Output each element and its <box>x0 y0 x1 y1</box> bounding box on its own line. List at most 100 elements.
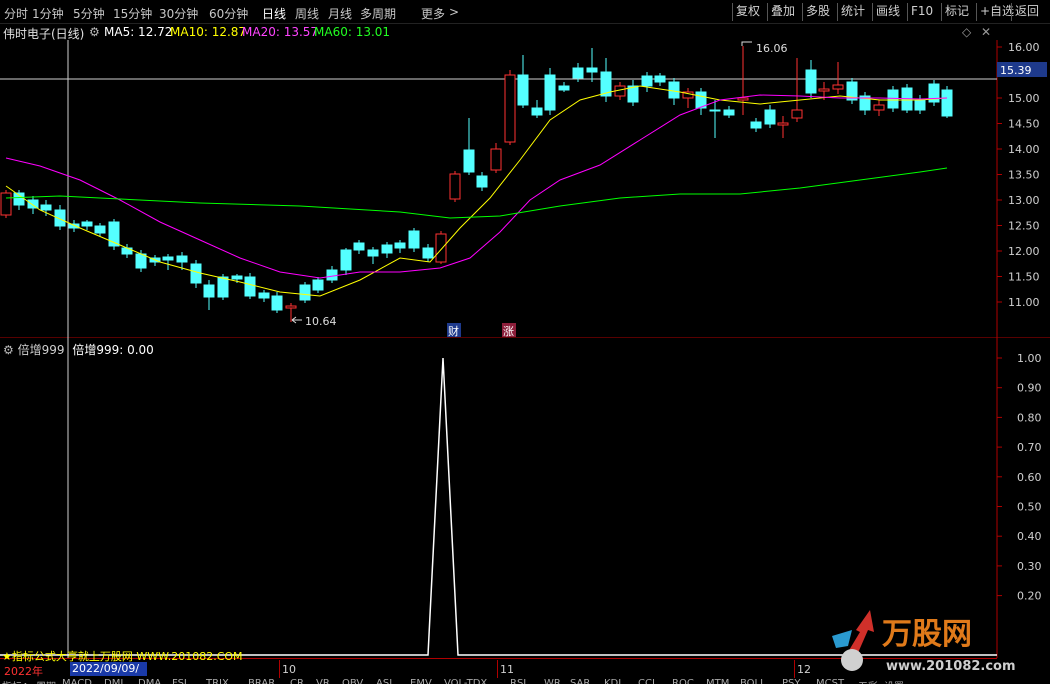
period-tab[interactable]: 日线 <box>262 5 286 22</box>
price-tick-label: 11.50 <box>1008 271 1040 284</box>
high-annotation: 16.06 <box>741 41 788 55</box>
indicator-tab[interactable]: ASI <box>376 678 392 684</box>
period-tab[interactable]: 15分钟 <box>113 5 152 22</box>
event-marker-rise[interactable]: 涨 <box>503 325 514 338</box>
candle-body <box>0 192 12 216</box>
indicator-tick-label: 0.60 <box>1017 471 1042 484</box>
candle-body <box>54 209 66 227</box>
settings-gear-icon[interactable]: ⚙ <box>89 25 100 39</box>
indicator-tick-label: 0.40 <box>1017 530 1042 543</box>
indicator-tick-label: 0.20 <box>1017 590 1042 603</box>
indicator-tick-label: 0.80 <box>1017 411 1042 424</box>
indicator-tab[interactable]: EMV <box>410 678 432 684</box>
candle-body <box>791 109 803 119</box>
period-tab[interactable]: 60分钟 <box>209 5 248 22</box>
period-tab[interactable]: 周线 <box>295 5 319 22</box>
indicator-tab[interactable]: BOLL <box>740 678 766 684</box>
candle-body <box>271 295 283 311</box>
indicator-tab[interactable]: MTM <box>706 678 729 684</box>
event-markers: 财 涨 <box>447 323 516 338</box>
collapse-diamond-icon[interactable]: ◇ <box>962 25 971 39</box>
candle-body <box>586 67 598 73</box>
candle-body <box>873 104 885 111</box>
candle-body <box>449 173 461 200</box>
price-tick-label: 12.00 <box>1008 245 1040 258</box>
indicator-tab[interactable]: WR <box>544 678 561 684</box>
indicator-tick-label: 0.50 <box>1017 501 1042 514</box>
ma20-label: MA20: 13.57 <box>242 25 319 39</box>
cursor-date: 2022/09/09/五 <box>70 662 147 684</box>
candle-body <box>312 279 324 291</box>
indicator-tab[interactable]: CCI <box>638 678 655 684</box>
period-tab[interactable]: 多周期 <box>360 5 396 22</box>
indicator-tab[interactable]: TRIX <box>206 678 229 684</box>
toolbar-button[interactable]: 叠加 <box>767 3 798 21</box>
candlestick-chart[interactable]: 16.0015.5015.0014.5014.0013.5013.0012.50… <box>0 40 1050 338</box>
indicator-tab[interactable]: DMA <box>138 678 161 684</box>
candle-body <box>668 81 680 99</box>
toolbar-button[interactable]: 统计 <box>837 3 868 21</box>
toolbar-button[interactable]: 复权 <box>732 3 763 21</box>
watermark-url: www.201082.com <box>886 659 1016 674</box>
indicator-tab[interactable]: KDJ <box>604 678 621 684</box>
indicator-tab[interactable]: SAR <box>570 678 590 684</box>
indicator-tab[interactable]: BRAR <box>248 678 275 684</box>
top-toolbar: 分时 1分钟 5分钟 15分钟 30分钟 60分钟 日线 周线 月线 多周期 更多 > 复权 叠加 多股… <box>0 0 1050 24</box>
candle-body <box>764 109 776 125</box>
indicator-tab[interactable]: FSL <box>172 678 190 684</box>
low-annotation-label: 10.64 <box>305 315 337 328</box>
indicator-tab[interactable]: 设置 <box>884 678 904 684</box>
candle-body <box>135 253 147 269</box>
indicator-tabs: 指标A 周期 MACD DMI DMA FSL TRIX BRAR CR VR OBV ASI EMV V… <box>0 678 1050 684</box>
price-axis: 16.0015.5015.0014.5014.0013.5013.0012.50… <box>997 41 1040 309</box>
event-marker-finance[interactable]: 财 <box>448 324 459 338</box>
indicator-tab[interactable]: DMI <box>104 678 123 684</box>
toolbar-button[interactable]: 多股 <box>802 3 833 21</box>
candle-body <box>408 230 420 249</box>
toolbar-button[interactable]: 画线 <box>872 3 903 21</box>
current-price-tag: 15.39 <box>997 62 1047 77</box>
indicator-tab[interactable]: 指标A <box>2 678 29 684</box>
candle-body <box>435 233 447 263</box>
indicator-tab[interactable]: PSY <box>782 678 801 684</box>
candle-body <box>805 69 817 94</box>
indicator-tab[interactable]: OBV <box>342 678 363 684</box>
indicator-tab[interactable]: RSI <box>510 678 526 684</box>
ma-info-line: 伟时电子(日线) ⚙ MA5: 12.72 MA10: 12.87 MA20: … <box>0 25 995 41</box>
period-tab[interactable]: 5分钟 <box>73 5 105 22</box>
more-arrow-icon[interactable]: > <box>449 5 459 19</box>
candle-body <box>367 249 379 257</box>
indicator-tab[interactable]: 五彩 <box>858 678 878 684</box>
month-tick-12 <box>794 660 795 678</box>
indicator-tab[interactable]: CR <box>290 678 304 684</box>
period-tab[interactable]: 30分钟 <box>159 5 198 22</box>
period-tab[interactable]: 1分钟 <box>32 5 64 22</box>
toolbar-button[interactable]: F10 <box>907 3 936 21</box>
period-tab[interactable]: 分时 <box>4 5 28 22</box>
candle-body <box>572 67 584 79</box>
indicator-tab[interactable]: VR <box>316 678 330 684</box>
indicator-tab[interactable]: ROC <box>672 678 694 684</box>
close-icon[interactable]: ✕ <box>981 25 991 39</box>
candle-body <box>121 247 133 255</box>
indicator-tab[interactable]: MCST <box>816 678 844 684</box>
price-tick-label: 11.00 <box>1008 296 1040 309</box>
price-tick-label: 15.00 <box>1008 92 1040 105</box>
candle-body <box>832 84 844 90</box>
indicator-tick-label: 0.70 <box>1017 441 1042 454</box>
indicator-tab[interactable]: 周期 <box>36 678 56 684</box>
candle-body <box>40 204 52 211</box>
candle-body <box>887 89 899 109</box>
candle-body <box>162 256 174 261</box>
candle-body <box>723 109 735 116</box>
candle-body <box>531 107 543 116</box>
period-tab[interactable]: 月线 <box>328 5 352 22</box>
month-label-10: 10 <box>282 663 296 676</box>
toolbar-button[interactable]: 标记 <box>941 3 972 21</box>
indicator-tab[interactable]: VOL-TDX <box>444 678 487 684</box>
period-tab[interactable]: 更多 <box>421 5 445 22</box>
toolbar-button[interactable]: 返回 <box>1011 3 1042 21</box>
indicator-tab[interactable]: MACD <box>62 678 92 684</box>
low-annotation: 10.64 <box>291 315 337 328</box>
ma5-label: MA5: 12.72 <box>104 25 173 39</box>
